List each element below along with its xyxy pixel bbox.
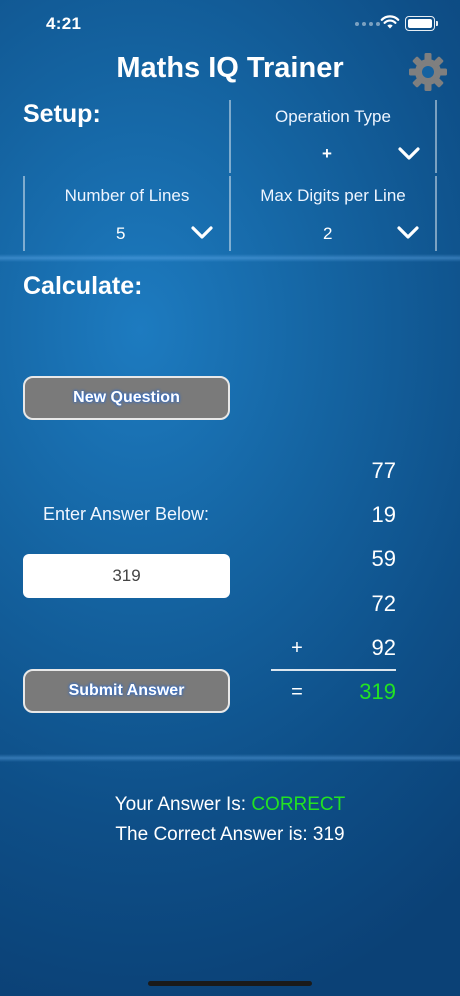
sum-line bbox=[271, 669, 396, 671]
cellular-signal-icon bbox=[355, 22, 380, 26]
new-question-button[interactable]: New Question bbox=[23, 376, 230, 420]
operation-type-title: Operation Type bbox=[275, 107, 391, 126]
chevron-down-icon bbox=[191, 226, 213, 239]
answer-status-value: CORRECT bbox=[251, 794, 346, 815]
operand-3: 59 bbox=[371, 546, 396, 571]
battery-icon bbox=[405, 16, 438, 31]
number-of-lines-value: 5 bbox=[116, 224, 126, 243]
submit-answer-button[interactable]: Submit Answer bbox=[23, 669, 230, 713]
gear-icon[interactable] bbox=[408, 52, 448, 92]
number-of-lines-title: Number of Lines bbox=[64, 186, 190, 205]
divider bbox=[435, 100, 437, 173]
wifi-icon bbox=[380, 15, 400, 29]
operand-1: 77 bbox=[371, 458, 396, 483]
section-separator bbox=[0, 754, 460, 762]
max-digits-title: Max Digits per Line bbox=[260, 186, 406, 205]
operation-type-value: + bbox=[322, 144, 332, 163]
total-value: 319 bbox=[359, 679, 396, 704]
chevron-down-icon bbox=[398, 147, 420, 160]
answer-input[interactable]: 319 bbox=[23, 554, 230, 598]
calculate-heading: Calculate: bbox=[23, 272, 143, 300]
max-digits-value: 2 bbox=[323, 224, 333, 243]
home-indicator[interactable] bbox=[148, 981, 312, 986]
enter-answer-label: Enter Answer Below: bbox=[42, 504, 210, 524]
correct-answer-line: The Correct Answer is: 319 bbox=[115, 824, 345, 845]
page-title: Maths IQ Trainer bbox=[116, 52, 344, 84]
number-of-lines-picker[interactable]: Number of Lines 5 bbox=[25, 176, 229, 251]
operation-type-picker[interactable]: Operation Type + bbox=[231, 100, 435, 173]
answer-status-prefix: Your Answer Is: bbox=[114, 794, 252, 815]
max-digits-picker[interactable]: Max Digits per Line 2 bbox=[231, 176, 435, 251]
section-separator bbox=[0, 254, 460, 262]
operand-4: 72 bbox=[371, 591, 396, 616]
operand-2: 19 bbox=[371, 502, 396, 527]
answer-status-line: Your Answer Is: CORRECT bbox=[0, 794, 460, 816]
status-time: 4:21 bbox=[46, 14, 82, 33]
operand-5: 92 bbox=[371, 635, 396, 660]
divider bbox=[435, 176, 437, 251]
setup-heading: Setup: bbox=[23, 100, 101, 128]
chevron-down-icon bbox=[397, 226, 419, 239]
